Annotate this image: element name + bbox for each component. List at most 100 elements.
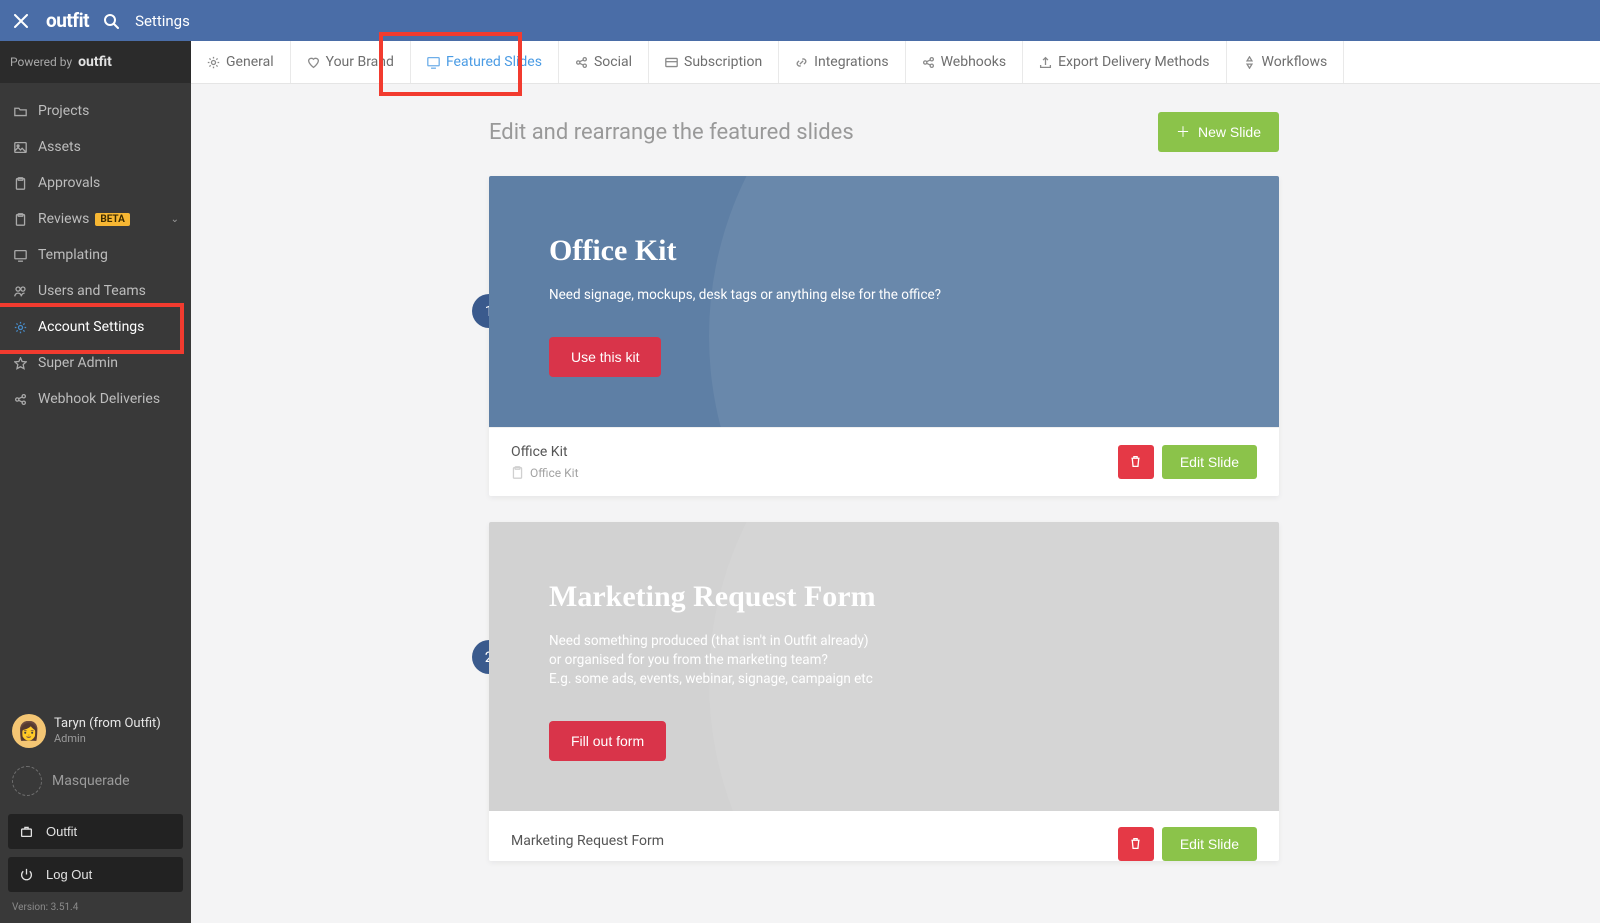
tab-subscription[interactable]: Subscription (649, 41, 779, 83)
tab-webhooks[interactable]: Webhooks (906, 41, 1024, 83)
edit-slide-button[interactable]: Edit Slide (1162, 827, 1257, 861)
tab-label: Featured Slides (446, 54, 542, 70)
gear-icon (12, 321, 28, 334)
plus-icon: ＋ (1176, 122, 1190, 142)
display-icon (12, 249, 28, 262)
sidebar-item-label: Approvals (38, 175, 100, 191)
share-icon (575, 56, 588, 69)
tab-general[interactable]: General (191, 41, 291, 83)
slide-footer: Marketing Request Form Edit Slide (489, 811, 1279, 861)
sidebar-item-super-admin[interactable]: Super Admin (0, 345, 191, 381)
sidebar-item-label: Super Admin (38, 355, 118, 371)
sidebar-item-assets[interactable]: Assets (0, 129, 191, 165)
slide-footer-title: Office Kit (511, 444, 1118, 460)
tab-label: Social (594, 54, 632, 70)
log-out-button[interactable]: Log Out (8, 857, 183, 892)
avatar: 👩 (12, 714, 46, 748)
powered-by: Powered by outfit (0, 41, 191, 83)
new-slide-button[interactable]: ＋ New Slide (1158, 112, 1279, 152)
slide-footer: Office Kit Office Kit Edit Slide (489, 427, 1279, 496)
sidebar-item-label: Webhook Deliveries (38, 391, 160, 407)
close-icon[interactable] (10, 10, 32, 32)
tab-label: Export Delivery Methods (1058, 54, 1209, 70)
sidebar-item-label: Reviews (38, 211, 89, 227)
delete-slide-button[interactable] (1118, 445, 1154, 479)
slide-hero: Office Kit Need signage, mockups, desk t… (489, 176, 1279, 427)
tab-label: Integrations (814, 54, 888, 70)
slide-card: 2 Marketing Request Form Need something … (489, 522, 1279, 861)
users-icon (12, 285, 28, 298)
masquerade-button[interactable]: Masquerade (8, 756, 183, 806)
content: Edit and rearrange the featured slides ＋… (191, 84, 1600, 923)
page-title: Settings (135, 12, 190, 30)
sidebar-item-label: Account Settings (38, 319, 144, 335)
search-icon[interactable] (103, 13, 119, 29)
sidebar-item-label: Assets (38, 139, 81, 155)
beta-badge: BETA (95, 213, 130, 226)
tab-label: Subscription (684, 54, 762, 70)
powered-by-logo: outfit (78, 54, 112, 70)
action-label: Outfit (46, 824, 77, 839)
tab-featured-slides[interactable]: Featured Slides (411, 41, 559, 83)
slide-card: 1 Office Kit Need signage, mockups, desk… (489, 176, 1279, 496)
power-icon (20, 868, 36, 881)
sidebar: Powered by outfit Projects Assets Approv… (0, 41, 191, 923)
masquerade-label: Masquerade (52, 773, 130, 789)
heart-icon (307, 56, 320, 69)
tab-label: Webhooks (941, 54, 1007, 70)
sidebar-item-webhook-deliveries[interactable]: Webhook Deliveries (0, 381, 191, 417)
tab-label: General (226, 54, 274, 70)
briefcase-icon (20, 825, 36, 838)
link-icon (795, 56, 808, 69)
sidebar-item-projects[interactable]: Projects (0, 93, 191, 129)
sidebar-item-approvals[interactable]: Approvals (0, 165, 191, 201)
slide-cta-button[interactable]: Fill out form (549, 721, 666, 761)
tab-integrations[interactable]: Integrations (779, 41, 905, 83)
main: General Your Brand Featured Slides Social Su… (191, 41, 1600, 923)
folder-icon (12, 105, 28, 118)
tab-your-brand[interactable]: Your Brand (291, 41, 411, 83)
masquerade-icon (12, 766, 42, 796)
powered-by-text: Powered by (10, 55, 72, 69)
slide-hero: Marketing Request Form Need something pr… (489, 522, 1279, 811)
content-heading: Edit and rearrange the featured slides (489, 120, 854, 145)
display-icon (427, 56, 440, 69)
sidebar-item-label: Templating (38, 247, 108, 263)
content-header: Edit and rearrange the featured slides ＋… (489, 112, 1279, 152)
clipboard-icon (12, 213, 28, 226)
version-label: Version: 3.51.4 (8, 892, 183, 913)
sidebar-item-account-settings[interactable]: Account Settings (0, 309, 191, 345)
top-bar: outfit Settings (0, 0, 1600, 41)
delete-slide-button[interactable] (1118, 827, 1154, 861)
image-icon (12, 141, 28, 154)
sidebar-item-users-and-teams[interactable]: Users and Teams (0, 273, 191, 309)
tabs: General Your Brand Featured Slides Social Su… (191, 41, 1600, 84)
slide-footer-title: Marketing Request Form (511, 833, 1118, 849)
sidebar-item-label: Projects (38, 103, 89, 119)
sidebar-item-label: Users and Teams (38, 283, 146, 299)
app-logo: outfit (46, 9, 89, 32)
user-info[interactable]: 👩 Taryn (from Outfit) Admin (8, 706, 183, 756)
slide-cta-button[interactable]: Use this kit (549, 337, 661, 377)
sidebar-item-templating[interactable]: Templating (0, 237, 191, 273)
edit-slide-button[interactable]: Edit Slide (1162, 445, 1257, 479)
action-label: Log Out (46, 867, 92, 882)
card-icon (665, 56, 678, 69)
gear-icon (207, 56, 220, 69)
chevron-down-icon: ⌄ (171, 214, 179, 225)
tab-workflows[interactable]: Workflows (1227, 41, 1345, 83)
user-role: Admin (54, 732, 161, 745)
tab-social[interactable]: Social (559, 41, 649, 83)
share-icon (12, 393, 28, 406)
tab-label: Workflows (1262, 54, 1328, 70)
flow-icon (1243, 56, 1256, 69)
user-name: Taryn (from Outfit) (54, 717, 161, 732)
share-icon (922, 56, 935, 69)
tab-export-delivery-methods[interactable]: Export Delivery Methods (1023, 41, 1226, 83)
outfit-button[interactable]: Outfit (8, 814, 183, 849)
slide-footer-sub: Office Kit (511, 466, 1118, 480)
new-slide-label: New Slide (1198, 124, 1261, 140)
sidebar-item-reviews[interactable]: Reviews BETA ⌄ (0, 201, 191, 237)
tab-label: Your Brand (326, 54, 394, 70)
clipboard-icon (511, 466, 524, 479)
